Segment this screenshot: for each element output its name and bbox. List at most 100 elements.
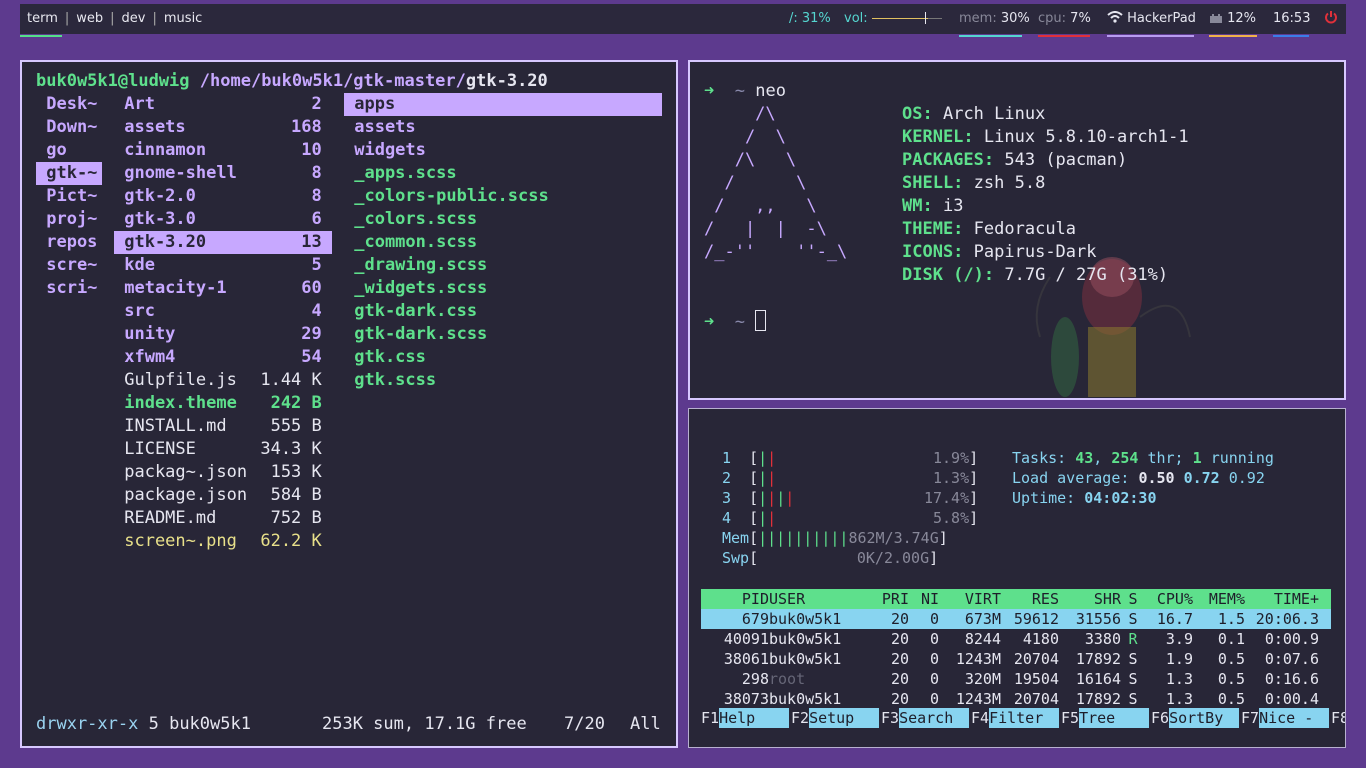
parent-dir-item[interactable]: proj~ [36,208,102,231]
file-list-item[interactable]: README.md 752 B [114,507,332,530]
ranger-window[interactable]: buk0w5k1@ludwig /home/buk0w5k1/gtk-maste… [20,60,678,748]
info-key: OS: [902,104,933,124]
parent-dir-item[interactable]: Pict~ [36,185,102,208]
table-cell: 679 [741,610,769,628]
file-list-item[interactable]: INSTALL.md 555 B [114,415,332,438]
file-list-item[interactable]: assets 168 [114,116,332,139]
table-row[interactable]: 298 root 20 0 320M 19504 16164 S 1.3 0.5 0:16.6 [701,669,1331,689]
preview-item[interactable]: gtk.scss [344,369,662,392]
fkey-f5[interactable]: F5Tree [1061,708,1150,728]
preview-item[interactable]: _widgets.scss [344,277,662,300]
workspace-term[interactable]: term [20,11,65,26]
parent-dir-item[interactable]: Down~ [36,116,102,139]
file-list-item[interactable]: gtk-3.20 13 [114,231,332,254]
file-list-item[interactable]: unity 29 [114,323,332,346]
preview-item[interactable]: widgets [344,139,662,162]
table-cell: buk0w5k1 [769,690,842,708]
fkey-f8[interactable]: F8 [1331,708,1345,728]
file-name: kde [114,255,155,275]
htop-window[interactable]: 1 [|| 1.9%] 2 [|| 1.3%] 3 [|||| 17.4%] 4 [|| 5.… [688,408,1346,748]
table-cell: 1.9 [1165,650,1193,668]
file-name: assets [114,117,186,137]
file-list-item[interactable]: Art 2 [114,93,332,116]
preview-item[interactable]: _apps.scss [344,162,662,185]
file-name: screen~.png [114,531,237,551]
file-size: 34.3 K [260,439,332,459]
file-list-item[interactable]: src 4 [114,300,332,323]
preview-item[interactable]: _common.scss [344,231,662,254]
file-list-item[interactable]: gtk-3.0 6 [114,208,332,231]
wifi-indicator[interactable]: HackerPad [1107,11,1196,37]
file-list-item[interactable]: kde 5 [114,254,332,277]
parent-dir-item[interactable]: repos [36,231,102,254]
column-header: PID [741,590,769,608]
preview-item[interactable]: _colors-public.scss [344,185,662,208]
parent-dir-item[interactable]: scre~ [36,254,102,277]
bracket: [ [749,449,759,467]
preview-item[interactable]: apps [344,93,662,116]
column-header: MEM% [1208,590,1245,608]
table-row[interactable]: 40091 buk0w5k1 20 0 8244 4180 3380 R 3.9 0.1 0:00.… [701,629,1331,649]
file-list-item[interactable]: gtk-2.0 8 [114,185,332,208]
shell-prompt[interactable]: ➜ ~ [704,310,767,334]
fkey-f4[interactable]: F4Filter [971,708,1060,728]
workspace-dev[interactable]: dev [115,11,153,26]
table-cell: 16.7 [1156,610,1193,628]
file-list-item[interactable]: metacity-1 60 [114,277,332,300]
column-header: USER [769,590,806,608]
file-list-item[interactable]: index.theme 242 B [114,392,332,415]
preview-item[interactable]: assets [344,116,662,139]
file-list-item[interactable]: Gulpfile.js 1.44 K [114,369,332,392]
battery-value: 12% [1227,11,1257,26]
cpu-number: 3 [722,489,750,507]
load-15: 0.92 [1228,469,1265,487]
file-list-item[interactable]: packag~.json 153 K [114,461,332,484]
parent-dir-item[interactable]: Desk~ [36,93,102,116]
status-permissions: drwxr-xr-x [36,714,139,734]
uptime-value: 04:02:30 [1084,489,1157,507]
fkey-f7[interactable]: F7Nice - [1241,708,1330,728]
file-list-item[interactable]: xfwm4 54 [114,346,332,369]
ranger-user-host: buk0w5k1@ludwig [36,71,190,91]
info-key: THEME: [902,219,964,239]
workspace-music[interactable]: music [157,11,209,26]
table-row[interactable]: 38073 buk0w5k1 20 0 1243M 20704 17892 S 1.3 0.5 0:… [701,689,1331,709]
parent-dir-item[interactable]: scri~ [36,277,102,300]
power-button[interactable] [1324,10,1338,28]
fkey-f6[interactable]: F6SortBy [1151,708,1240,728]
fkey-f3[interactable]: F3Search [881,708,970,728]
ranger-path: /home/buk0w5k1/gtk-master/ [199,71,466,91]
preview-item[interactable]: _colors.scss [344,208,662,231]
info-key: DISK (/): [902,265,995,285]
fkey-f2[interactable]: F2Setup [791,708,880,728]
file-name: package.json [114,485,248,505]
logo-line: / ,, \ [704,196,817,216]
file-list-item[interactable]: screen~.png 62.2 K [114,530,332,553]
parent-dir-item[interactable]: gtk-~ [36,162,102,185]
uptime-line: Uptime: 04:02:30 [1012,488,1157,508]
table-header[interactable]: PID USER PRI NI VIRT RES SHR S CPU% MEM% TIME+ [701,589,1331,609]
file-list-item[interactable]: package.json 584 B [114,484,332,507]
table-row[interactable]: 38061 buk0w5k1 20 0 1243M 20704 17892 S 1.9 0.5 0:… [701,649,1331,669]
file-list-item[interactable]: LICENSE 34.3 K [114,438,332,461]
file-name: src [114,301,155,321]
fkey-f1[interactable]: F1Help [701,708,790,728]
cpu-percent: 1.9% [933,449,970,467]
file-list-item[interactable]: cinnamon 10 [114,139,332,162]
parent-dir-item[interactable]: go [36,139,102,162]
table-cell: S [1128,690,1138,708]
neofetch-window[interactable]: ➜ ~ neo /\ / \ /\ \ / \ / ,, \ / | | -\ /_… [688,60,1346,400]
table-cell: 298 [741,670,769,688]
table-cell: 0 [929,650,939,668]
preview-item[interactable]: _drawing.scss [344,254,662,277]
preview-item[interactable]: gtk-dark.css [344,300,662,323]
file-list-item[interactable]: gnome-shell 8 [114,162,332,185]
file-name: Art [114,94,155,114]
status-position: 7/20 [564,714,605,734]
fkey-action: SortBy [1169,708,1240,728]
table-row[interactable]: 679 buk0w5k1 20 0 673M 59612 31556 S 16.7 1.5 20:0… [701,609,1331,629]
preview-item[interactable]: gtk-dark.scss [344,323,662,346]
preview-item[interactable]: gtk.css [344,346,662,369]
volume-slider-knob[interactable] [925,12,926,24]
workspace-web[interactable]: web [69,11,110,26]
